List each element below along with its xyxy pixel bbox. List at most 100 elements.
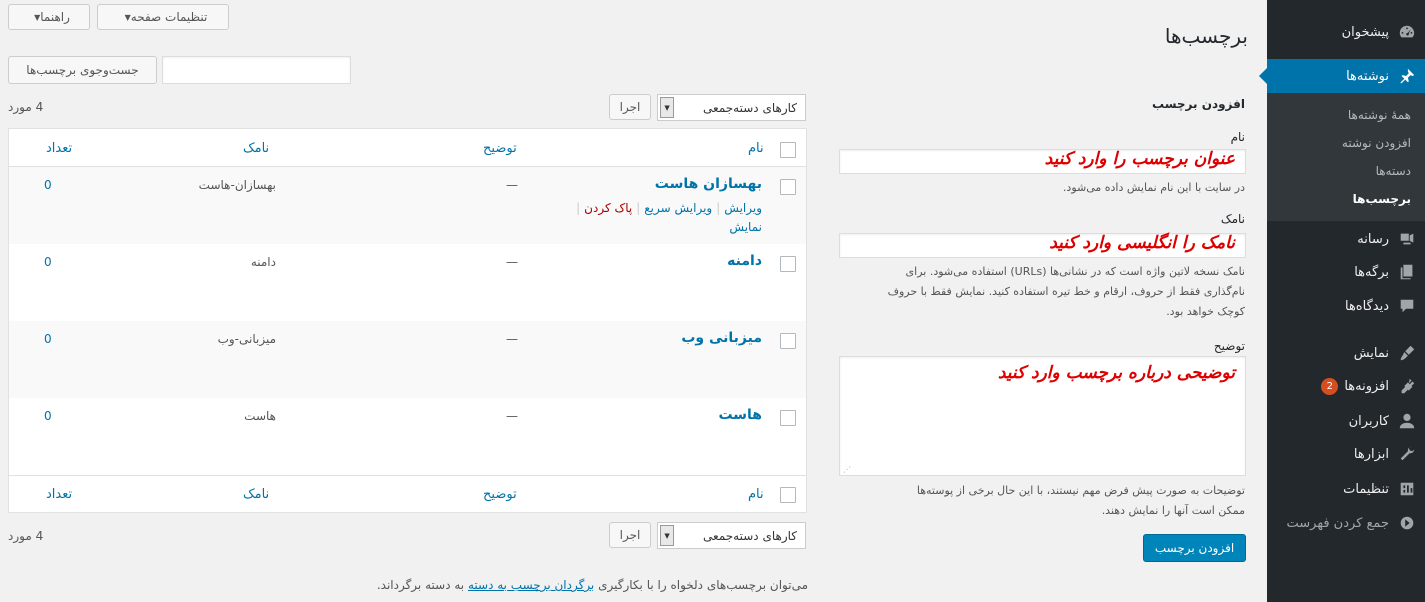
row-actions-view: نمایش [729,220,762,234]
column-header-count[interactable]: تعداد [46,141,72,156]
bulk-actions-select-top[interactable]: کارهای دسته‌جمعی ▼ [657,94,806,121]
column-header-description: توضیح [483,141,517,156]
bulk-apply-button-top[interactable]: اجرا [609,94,651,120]
column-footer-description: توضیح [483,487,517,502]
table-row: بهسازان هاست ویرایش|ویرایش سریع|پاک کردن… [9,167,806,244]
tags-table: نام توضیح نامک تعداد بهسازان هاست ویرایش… [8,128,807,513]
conversion-note: می‌توان برچسب‌های دلخواه را با بکارگیری … [377,578,808,592]
users-icon [1389,412,1425,430]
menu-item-media[interactable]: رسانه [1267,222,1425,256]
tag-description: — [506,255,518,269]
name-help-text: در سایت با این نام نمایش داده می‌شود. [1062,181,1245,194]
dashboard-icon [1389,23,1425,41]
column-footer-slug[interactable]: نامک [243,487,269,502]
screen-options-label: تنظیمات صفحه [130,10,208,24]
select-all-checkbox-footer[interactable] [780,487,796,503]
items-count-bottom: 4 مورد [8,529,44,543]
menu-item-settings[interactable]: تنظیمات [1267,472,1425,506]
view-link[interactable]: نمایش [729,220,762,234]
tag-count-link[interactable]: 0 [44,178,52,192]
slug-help-line-1: نامک نسخه لاتین واژه است که در نشانی‌ها … [905,265,1245,278]
edit-link[interactable]: ویرایش [724,201,762,215]
bulk-actions-selected: کارهای دسته‌جمعی [703,528,797,543]
slug-annotation: نامک را انگلیسی وارد کنید [1049,233,1235,253]
tag-count-link[interactable]: 0 [44,332,52,346]
page-title: برچسب‌ها [1164,24,1248,48]
submenu-add-post[interactable]: افزودن نوشته [1342,136,1411,150]
menu-item-collapse[interactable]: جمع کردن فهرست [1267,506,1425,540]
submenu-all-posts[interactable]: همهٔ نوشته‌ها [1348,108,1411,122]
footer-divider [9,475,806,476]
description-field-label: توضیح [1213,339,1245,353]
add-tag-submit-button[interactable]: افزودن برچسب [1143,534,1246,562]
column-header-name[interactable]: نام [748,141,764,156]
menu-item-label: پیشخوان [1341,24,1389,40]
items-count: 4 مورد [8,100,44,114]
plugin-updates-badge: 2 [1321,377,1339,395]
screen-options-button[interactable]: ▼ تنظیمات صفحه [97,4,229,30]
menu-item-label: تنظیمات [1343,481,1389,497]
row-checkbox[interactable] [780,333,796,349]
menu-item-pages[interactable]: برگه‌ها [1267,255,1425,289]
tag-to-category-converter-link[interactable]: برگردان برچسب به دسته [468,578,594,592]
description-annotation: توضیحی درباره برچسب وارد کنید [997,363,1235,383]
submenu-tags[interactable]: برچسب‌ها [1353,192,1411,206]
row-checkbox[interactable] [780,256,796,272]
tag-name-link[interactable]: هاست [718,407,762,423]
table-row: هاست — هاست 0 [9,398,806,475]
tag-name-link[interactable]: دامنه [727,253,762,269]
tag-name-link[interactable]: میزبانی وب [681,330,762,346]
pin-icon [1389,67,1425,85]
tag-slug: هاست [244,409,276,423]
row-actions: ویرایش|ویرایش سریع|پاک کردن| [572,201,762,215]
menu-item-label: برگه‌ها [1354,264,1389,280]
tag-slug: میزبانی-وب [217,332,276,346]
search-tags-input[interactable] [162,56,351,84]
help-tab-label: راهنما [40,10,70,24]
pages-icon [1389,263,1425,281]
media-icon [1389,230,1425,248]
bulk-apply-button-bottom[interactable]: اجرا [609,522,651,548]
conversion-note-after: به دسته برگرداند. [376,578,465,592]
menu-item-label: دیدگاه‌ها [1344,298,1389,314]
collapse-icon [1389,514,1425,532]
menu-item-comments[interactable]: دیدگاه‌ها [1267,289,1425,323]
description-help-line-2: ممکن است آنها را نمایش دهند. [1101,504,1245,517]
bulk-actions-selected: کارهای دسته‌جمعی [703,100,797,115]
quick-edit-link[interactable]: ویرایش سریع [644,201,712,215]
separator: | [716,201,721,215]
column-header-slug[interactable]: نامک [243,141,269,156]
submenu-categories[interactable]: دسته‌ها [1376,164,1411,178]
row-checkbox[interactable] [780,179,796,195]
name-field-label: نام [1230,130,1245,144]
menu-item-label: نمایش [1353,345,1389,361]
bulk-actions-select-bottom[interactable]: کارهای دسته‌جمعی ▼ [657,522,806,549]
menu-item-appearance[interactable]: نمایش [1267,336,1425,370]
slug-help-line-3: کوچک خواهد بود. [1166,305,1245,318]
select-all-checkbox[interactable] [780,142,796,158]
admin-sidebar: پیشخوان نوشته‌ها همهٔ نوشته‌ها افزودن نو… [1259,0,1425,602]
help-tab-button[interactable]: ▼ راهنما [8,4,90,30]
menu-item-dashboard[interactable]: پیشخوان [1267,15,1425,49]
slug-help-line-2: نام‌گذاری فقط از حروف، ارقام و خط تیره ا… [887,285,1245,298]
column-footer-count[interactable]: تعداد [46,487,72,502]
menu-item-posts[interactable]: نوشته‌ها [1259,59,1425,93]
separator: | [636,201,641,215]
tools-icon [1389,445,1425,463]
menu-item-users[interactable]: کاربران [1267,404,1425,438]
resize-handle-icon[interactable]: ⋰ [843,465,851,474]
delete-link[interactable]: پاک کردن [584,201,632,215]
tag-name-link[interactable]: بهسازان هاست [655,176,762,192]
row-checkbox[interactable] [780,410,796,426]
tag-count-link[interactable]: 0 [44,409,52,423]
tag-count-link[interactable]: 0 [44,255,52,269]
menu-item-label: رسانه [1357,231,1389,247]
settings-icon [1389,480,1425,498]
column-footer-name[interactable]: نام [748,487,764,502]
add-tag-heading: افزودن برچسب [1151,97,1245,111]
conversion-note-before: می‌توان برچسب‌های دلخواه را با بکارگیری [598,578,808,592]
search-tags-button[interactable]: جست‌وجوی برچسب‌ها [8,56,157,84]
menu-item-plugins[interactable]: افزونه‌ها 2 [1267,369,1425,403]
menu-item-tools[interactable]: ابزارها [1267,437,1425,471]
tag-description: — [506,178,518,192]
